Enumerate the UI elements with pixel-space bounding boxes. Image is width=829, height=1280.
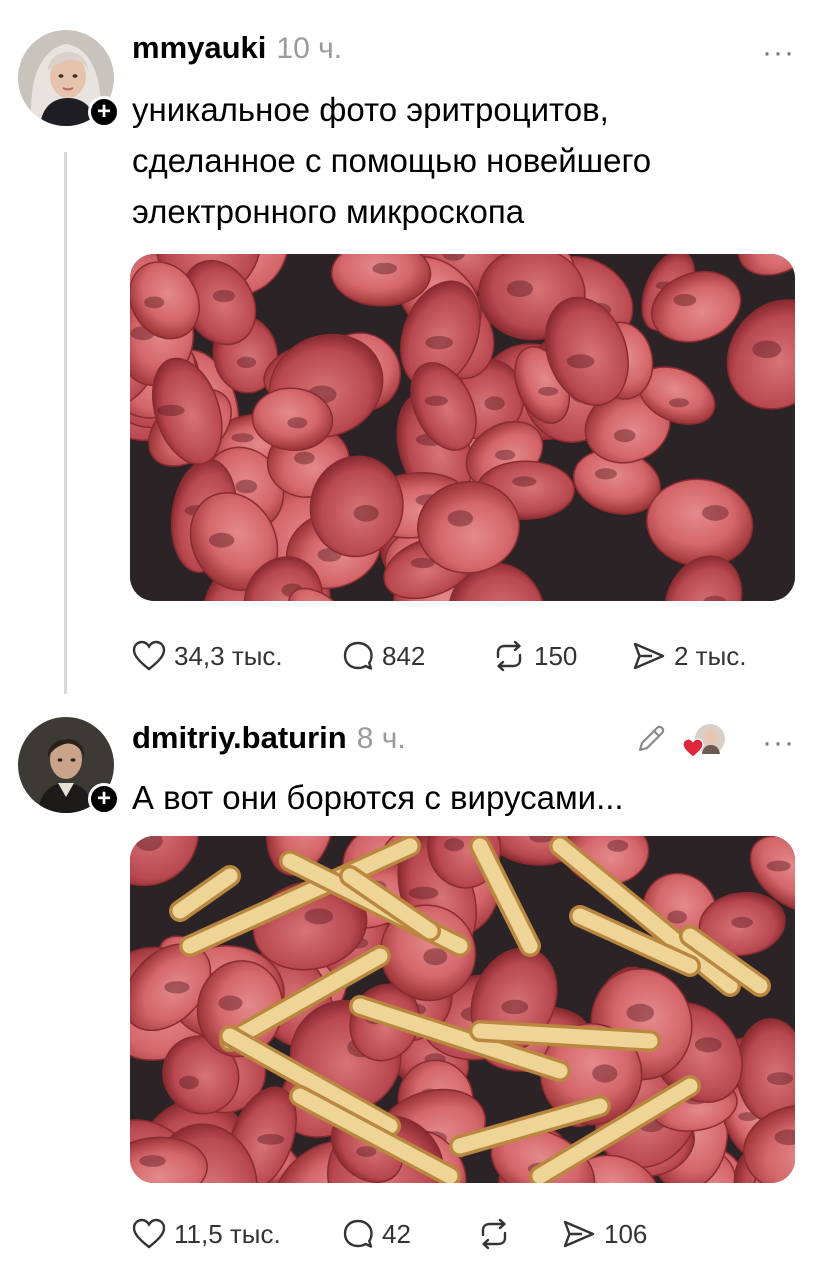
avatar-mmyauki[interactable]: + [18, 30, 120, 128]
thread-line [64, 152, 67, 694]
timestamp: 10 ч. [276, 32, 343, 65]
send-icon [563, 1220, 595, 1248]
comment-icon [343, 1219, 373, 1248]
share-count: 106 [604, 1218, 648, 1249]
post-header: dmitriy.baturin 8 ч. [132, 720, 406, 756]
comment-button[interactable]: 42 [342, 1218, 477, 1250]
comment-count: 42 [382, 1218, 411, 1249]
comment-count: 842 [382, 640, 426, 671]
liker-avatar[interactable] [682, 722, 726, 760]
post-image-sausages[interactable] [130, 254, 795, 601]
comment-button[interactable]: 842 [342, 640, 492, 672]
post-text-line: электронного микроскопа [132, 193, 525, 230]
share-count: 2 тыс. [674, 640, 747, 671]
liked-heart-icon [682, 738, 704, 758]
post-text: А вот они борются с вирусами... [132, 772, 782, 823]
repost-icon [481, 1218, 507, 1250]
repost-button[interactable] [477, 1218, 562, 1250]
repost-button[interactable]: 150 [492, 640, 632, 672]
follow-plus-icon[interactable]: + [88, 783, 120, 815]
post-actions: 11,5 тыс. 42 106 [132, 1218, 647, 1250]
avatar-dmitriy-baturin[interactable]: + [18, 717, 120, 815]
sausage-photo [130, 254, 795, 601]
more-options-icon[interactable]: ··· [762, 36, 795, 70]
post-text-line: А вот они борются с вирусами... [132, 779, 624, 816]
like-count: 11,5 тыс. [174, 1218, 281, 1249]
post-2: + dmitriy.baturin 8 ч. ··· А вот они бор… [0, 700, 829, 1280]
send-icon [633, 642, 665, 670]
like-count: 34,3 тыс. [174, 640, 283, 671]
repost-count: 150 [534, 640, 578, 671]
follow-plus-icon[interactable]: + [88, 96, 120, 128]
heart-icon [132, 1218, 166, 1249]
like-button[interactable]: 34,3 тыс. [132, 640, 342, 672]
more-options-icon[interactable]: ··· [762, 726, 795, 760]
post-text: уникальное фото эритроцитов, сделанное с… [132, 84, 782, 237]
username[interactable]: mmyauki [132, 30, 266, 66]
post-actions: 34,3 тыс. 842 150 2 тыс. [132, 640, 747, 672]
sausage-fries-photo [130, 836, 795, 1183]
post-text-line: уникальное фото эритроцитов, [132, 91, 609, 128]
share-button[interactable]: 106 [562, 1218, 647, 1250]
post-text-line: сделанное с помощью новейшего [132, 142, 652, 179]
post-1: + mmyauki 10 ч. ··· уникальное фото эрит… [0, 0, 829, 700]
comment-icon [343, 641, 373, 670]
like-button[interactable]: 11,5 тыс. [132, 1218, 342, 1250]
pencil-icon[interactable] [634, 722, 668, 756]
timestamp: 8 ч. [356, 722, 406, 755]
heart-icon [132, 640, 166, 671]
post-header: mmyauki 10 ч. [132, 30, 342, 66]
post-image-sausages-fries[interactable] [130, 836, 795, 1183]
share-button[interactable]: 2 тыс. [632, 640, 747, 672]
repost-icon [496, 640, 522, 672]
username[interactable]: dmitriy.baturin [132, 720, 347, 756]
